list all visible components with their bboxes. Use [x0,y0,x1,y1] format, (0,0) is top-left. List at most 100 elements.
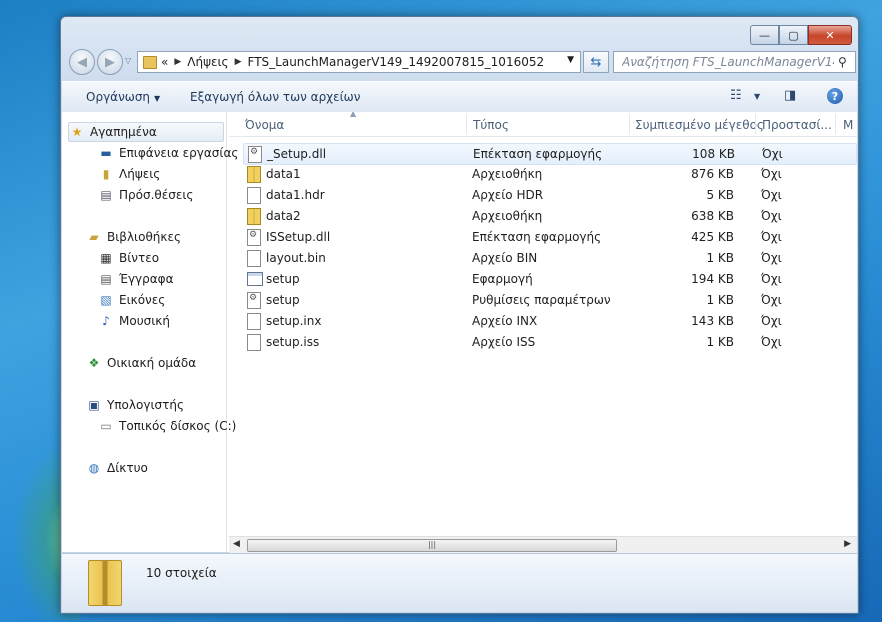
scroll-right-icon[interactable]: ▶ [844,539,851,549]
file-name: data1.hdr [266,188,325,202]
sidebar-item-pictures[interactable]: ▧ Εικόνες [98,291,165,309]
address-overflow-chevrons[interactable]: « [161,55,168,69]
table-row[interactable]: setup.inx Αρχείο INX 143 KB Όχι [243,311,855,331]
star-icon: ★ [71,125,83,139]
close-icon: ✕ [825,28,835,42]
file-protected: Όχι [762,147,783,161]
table-row[interactable]: setup.iss Αρχείο ISS 1 KB Όχι [243,332,855,352]
table-row[interactable]: setup Ρυθμίσεις παραμέτρων 1 KB Όχι [243,290,855,310]
column-divider[interactable] [835,114,836,134]
refresh-button[interactable]: ⇆ [583,51,609,73]
file-name: layout.bin [266,251,326,265]
forward-button[interactable]: ▶ [97,49,123,75]
search-input[interactable]: Αναζήτηση FTS_LaunchManagerV149_14920078… [622,55,834,69]
help-icon[interactable]: ? [827,88,843,104]
preview-pane-icon[interactable]: ◨ [784,88,796,103]
recent-pages-dropdown[interactable]: ▽ [125,56,131,65]
extract-all-button[interactable]: Εξαγωγή όλων των αρχείων [190,90,360,104]
table-row[interactable]: data1 Αρχειοθήκη 876 KB Όχι [243,164,855,184]
chevron-down-icon: ▼ [154,94,161,103]
file-protected: Όχι [761,272,782,286]
sidebar-item-local-disk[interactable]: ▭ Τοπικός δίσκος (C:) [98,417,236,435]
file-doc-icon [247,250,261,267]
table-row[interactable]: layout.bin Αρχείο BIN 1 KB Όχι [243,248,855,268]
sidebar-item-label: Βίντεο [119,251,160,265]
organize-menu[interactable]: Οργάνωση ▼ [86,90,160,104]
scroll-left-icon[interactable]: ◀ [233,539,240,549]
folder-icon [143,55,157,69]
sidebar-item-libraries[interactable]: ▰ Βιβλιοθήκες [86,228,181,246]
column-divider[interactable] [755,114,756,134]
address-separator-icon[interactable]: ▶ [235,57,242,67]
sidebar-item-network[interactable]: ◍ Δίκτυο [86,459,148,477]
horizontal-scrollbar[interactable]: ◀ ||| ▶ [229,536,857,553]
table-row[interactable]: ISSetup.dll Επέκταση εφαρμογής 425 KB Όχι [243,227,855,247]
sidebar-item-documents[interactable]: ▤ Έγγραφα [98,270,173,288]
column-header-row: ▲ Όνομα Τύπος Συμπιεσμένο μέγεθος Προστα… [229,112,857,137]
network-icon: ◍ [88,461,100,475]
table-row[interactable]: data2 Αρχειοθήκη 638 KB Όχι [243,206,855,226]
forward-arrow-icon: ▶ [105,54,115,70]
sidebar-item-computer[interactable]: ▣ Υπολογιστής [86,396,184,414]
document-icon: ▤ [100,272,112,286]
file-size: 638 KB [691,209,734,223]
file-name: data2 [266,209,301,223]
pictures-icon: ▧ [100,293,112,307]
sort-ascending-icon: ▲ [350,112,357,118]
video-icon: ▦ [100,251,112,265]
file-size: 876 KB [691,167,734,181]
file-arch-icon [247,208,261,225]
file-size: 194 KB [691,272,734,286]
file-protected: Όχι [761,335,782,349]
sidebar-item-label: Επιφάνεια εργασίας [119,146,239,160]
file-name: ISSetup.dll [266,230,331,244]
file-exe-icon [247,272,263,286]
file-type: Ρυθμίσεις παραμέτρων [472,293,611,307]
sidebar-item-label: Μουσική [119,314,170,328]
file-doc-icon [247,334,261,351]
sidebar-item-downloads[interactable]: ▮ Λήψεις [98,165,161,183]
homegroup-icon: ❖ [88,356,100,370]
table-row[interactable]: data1.hdr Αρχείο HDR 5 KB Όχι [243,185,855,205]
search-icon[interactable]: ⚲ [838,55,847,69]
column-header-protected[interactable]: Προστασί... [762,118,832,132]
sidebar-item-label: Πρόσ.θέσεις [119,188,194,202]
view-options-icon[interactable]: ☷ [730,88,742,103]
back-button[interactable]: ◀ [69,49,95,75]
sidebar-item-favorites[interactable]: ★ Αγαπημένα [68,122,224,142]
sidebar-item-recent-places[interactable]: ▤ Πρόσ.θέσεις [98,186,193,204]
column-header-type[interactable]: Τύπος [473,118,509,132]
address-separator-icon[interactable]: ▶ [174,57,181,67]
sidebar-item-homegroup[interactable]: ❖ Οικιακή ομάδα [86,354,197,372]
address-bar[interactable]: « ▶ Λήψεις ▶ FTS_LaunchManagerV149_14920… [137,51,581,73]
column-header-more[interactable]: Μ [843,118,853,132]
sidebar-item-music[interactable]: ♪ Μουσική [98,312,170,330]
search-box[interactable]: Αναζήτηση FTS_LaunchManagerV149_14920078… [613,51,856,73]
file-protected: Όχι [761,188,782,202]
minimize-button[interactable]: — [750,25,779,45]
column-header-name[interactable]: Όνομα [245,118,284,132]
file-type: Εφαρμογή [472,272,533,286]
table-row[interactable]: setup Εφαρμογή 194 KB Όχι [243,269,855,289]
column-header-compressed-size[interactable]: Συμπιεσμένο μέγεθος [635,118,764,132]
file-doc-icon [247,187,261,204]
column-divider[interactable] [629,114,630,134]
file-name: setup [266,272,300,286]
recent-places-icon: ▤ [100,188,112,202]
breadcrumb-downloads[interactable]: Λήψεις [187,55,228,69]
maximize-button[interactable]: ▢ [779,25,808,45]
computer-icon: ▣ [88,398,100,412]
breadcrumb-current-folder[interactable]: FTS_LaunchManagerV149_1492007815_1016052 [248,55,545,69]
navigation-pane: ★ Αγαπημένα ▬ Επιφάνεια εργασίας ▮ Λήψεις ▤… [62,112,238,552]
table-row[interactable]: _Setup.dll Επέκταση εφαρμογής 108 KB Όχι [243,143,857,165]
file-type: Αρχείο INX [472,314,538,328]
address-dropdown-icon[interactable]: ▼ [567,55,574,65]
sidebar-item-desktop[interactable]: ▬ Επιφάνεια εργασίας [98,144,238,162]
close-button[interactable]: ✕ [808,25,852,45]
file-type: Αρχείο BIN [472,251,538,265]
sidebar-item-videos[interactable]: ▦ Βίντεο [98,249,159,267]
column-divider[interactable] [466,114,467,134]
scrollbar-thumb[interactable]: ||| [247,539,617,552]
file-size: 143 KB [691,314,734,328]
view-dropdown-icon[interactable]: ▼ [754,92,760,101]
